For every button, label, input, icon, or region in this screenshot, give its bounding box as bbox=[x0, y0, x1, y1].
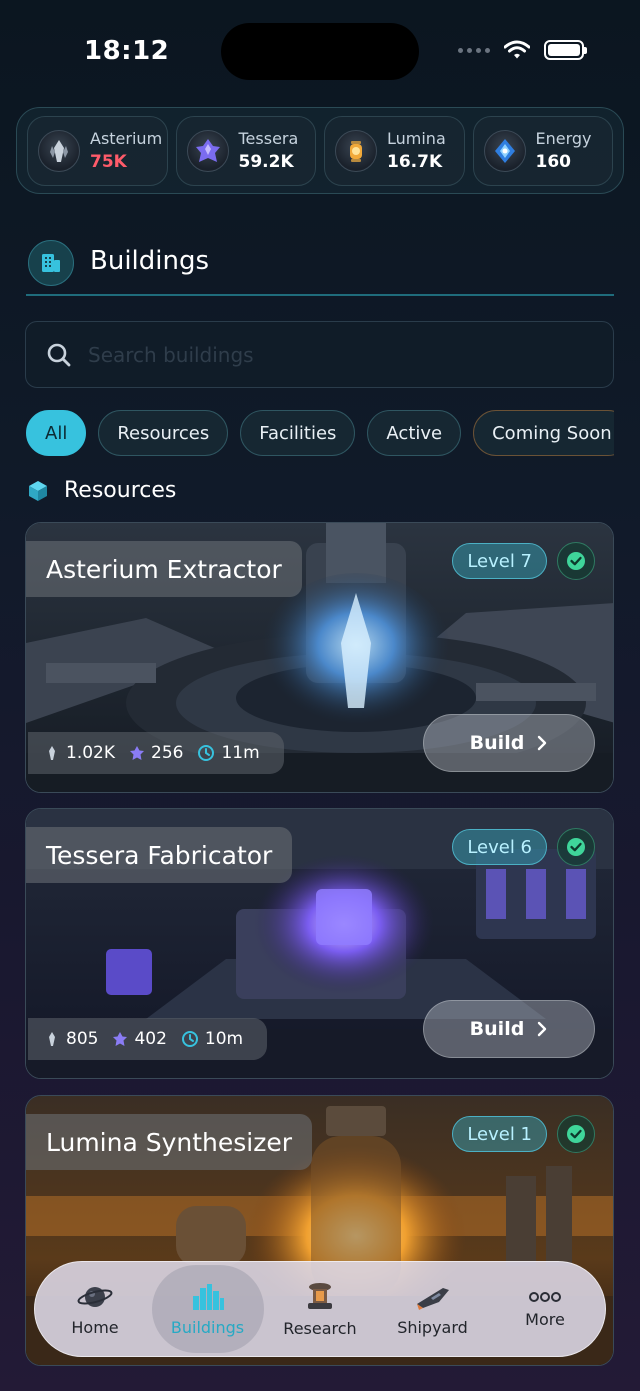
tab-label: Research bbox=[283, 1318, 357, 1338]
cost-asterium: 805 bbox=[66, 1029, 99, 1049]
building-name: Tessera Fabricator bbox=[26, 827, 293, 883]
building-card-tessera-fabricator[interactable]: Tessera Fabricator Level 6 805 402 10m B… bbox=[25, 808, 614, 1079]
filter-resources[interactable]: Resources bbox=[98, 410, 229, 456]
asterium-cost-icon bbox=[49, 746, 55, 760]
cost-summary: 805 402 10m bbox=[28, 1018, 268, 1060]
tab-label: More bbox=[525, 1309, 565, 1329]
cellular-signal-icon bbox=[458, 47, 490, 53]
search-input[interactable] bbox=[88, 336, 588, 374]
lumina-orb-icon bbox=[335, 129, 377, 172]
tab-research[interactable]: Research bbox=[264, 1265, 376, 1353]
tab-more[interactable]: More bbox=[489, 1265, 601, 1353]
search-icon bbox=[47, 343, 71, 367]
tessera-cost-icon bbox=[113, 1032, 128, 1046]
status-time: 18:12 bbox=[84, 36, 170, 66]
tessera-crystal-icon bbox=[186, 129, 229, 172]
cost-tessera: 256 bbox=[151, 743, 184, 763]
tessera-cost-icon bbox=[130, 746, 144, 760]
resource-name: Lumina bbox=[387, 129, 446, 148]
search-box[interactable] bbox=[25, 321, 614, 388]
dynamic-island bbox=[221, 23, 419, 80]
tab-label: Buildings bbox=[170, 1317, 245, 1337]
resource-value: 59.2K bbox=[238, 152, 294, 172]
chevron-right-icon bbox=[538, 735, 547, 751]
build-label: Build bbox=[469, 732, 525, 754]
build-button[interactable]: Build bbox=[423, 1000, 595, 1058]
asterium-cost-icon bbox=[49, 1032, 55, 1046]
filter-active[interactable]: Active bbox=[367, 410, 462, 456]
level-badge: Level 1 bbox=[452, 1116, 547, 1152]
building-name: Asterium Extractor bbox=[26, 541, 302, 597]
city-icon bbox=[192, 1283, 224, 1310]
resource-name: Energy bbox=[535, 129, 592, 148]
page-title: Buildings bbox=[90, 246, 210, 276]
resource-energy[interactable]: Energy 160 bbox=[472, 115, 613, 186]
resource-asterium[interactable]: Asterium 75K bbox=[27, 115, 168, 186]
tab-shipyard[interactable]: Shipyard bbox=[377, 1265, 489, 1353]
asterium-crystal-icon bbox=[38, 129, 80, 172]
timer-icon bbox=[198, 745, 215, 761]
spaceship-icon bbox=[416, 1287, 449, 1310]
cost-time: 11m bbox=[221, 743, 260, 763]
cost-time: 10m bbox=[204, 1029, 244, 1049]
cost-asterium: 1.02K bbox=[66, 743, 115, 763]
filter-facilities[interactable]: Facilities bbox=[240, 410, 356, 456]
resource-value: 16.7K bbox=[387, 152, 443, 172]
tab-label: Shipyard bbox=[397, 1317, 468, 1337]
research-lab-icon bbox=[308, 1282, 332, 1309]
building-name: Lumina Synthesizer bbox=[26, 1114, 313, 1170]
build-button[interactable]: Build bbox=[423, 714, 595, 772]
more-dots-icon bbox=[529, 1291, 561, 1302]
buildings-icon bbox=[28, 240, 74, 286]
planet-icon bbox=[77, 1286, 113, 1307]
resource-tessera[interactable]: Tessera 59.2K bbox=[175, 115, 316, 186]
tab-label: Home bbox=[71, 1317, 119, 1337]
completed-check-icon bbox=[557, 1115, 595, 1153]
status-bar: 18:12 bbox=[0, 0, 640, 100]
resource-value: 160 bbox=[535, 152, 572, 172]
cost-summary: 1.02K 256 11m bbox=[28, 732, 284, 774]
cost-tessera: 402 bbox=[134, 1029, 167, 1049]
level-badge: Level 7 bbox=[452, 543, 547, 579]
battery-icon bbox=[544, 40, 587, 60]
build-label: Build bbox=[469, 1018, 525, 1040]
tab-buildings[interactable]: Buildings bbox=[151, 1265, 264, 1353]
page-header: Buildings bbox=[26, 238, 614, 296]
filter-coming-soon[interactable]: Coming Soon bbox=[473, 410, 614, 456]
filter-chips: All Resources Facilities Active Coming S… bbox=[26, 410, 614, 458]
resource-name: Asterium bbox=[90, 129, 163, 148]
wifi-icon bbox=[504, 40, 530, 59]
cube-icon bbox=[29, 480, 47, 501]
building-card-asterium-extractor[interactable]: Asterium Extractor Level 7 1.02K 256 11m… bbox=[25, 522, 614, 793]
tab-bar: Home Buildings Research Shipyard More bbox=[34, 1261, 606, 1357]
section-header: Resources bbox=[26, 478, 176, 503]
level-badge: Level 6 bbox=[452, 829, 547, 865]
filter-all[interactable]: All bbox=[26, 410, 87, 456]
status-icons bbox=[458, 40, 587, 60]
resource-value: 75K bbox=[90, 152, 127, 172]
chevron-right-icon bbox=[538, 1021, 547, 1037]
energy-core-icon bbox=[483, 129, 526, 172]
completed-check-icon bbox=[557, 542, 595, 580]
tab-home[interactable]: Home bbox=[39, 1265, 151, 1353]
timer-icon bbox=[181, 1031, 198, 1047]
section-title: Resources bbox=[64, 478, 177, 503]
resource-name: Tessera bbox=[238, 129, 299, 148]
resource-lumina[interactable]: Lumina 16.7K bbox=[324, 115, 465, 186]
resource-bar: Asterium 75K Tessera 59.2K Lumina 16.7K … bbox=[16, 107, 624, 194]
completed-check-icon bbox=[557, 828, 595, 866]
